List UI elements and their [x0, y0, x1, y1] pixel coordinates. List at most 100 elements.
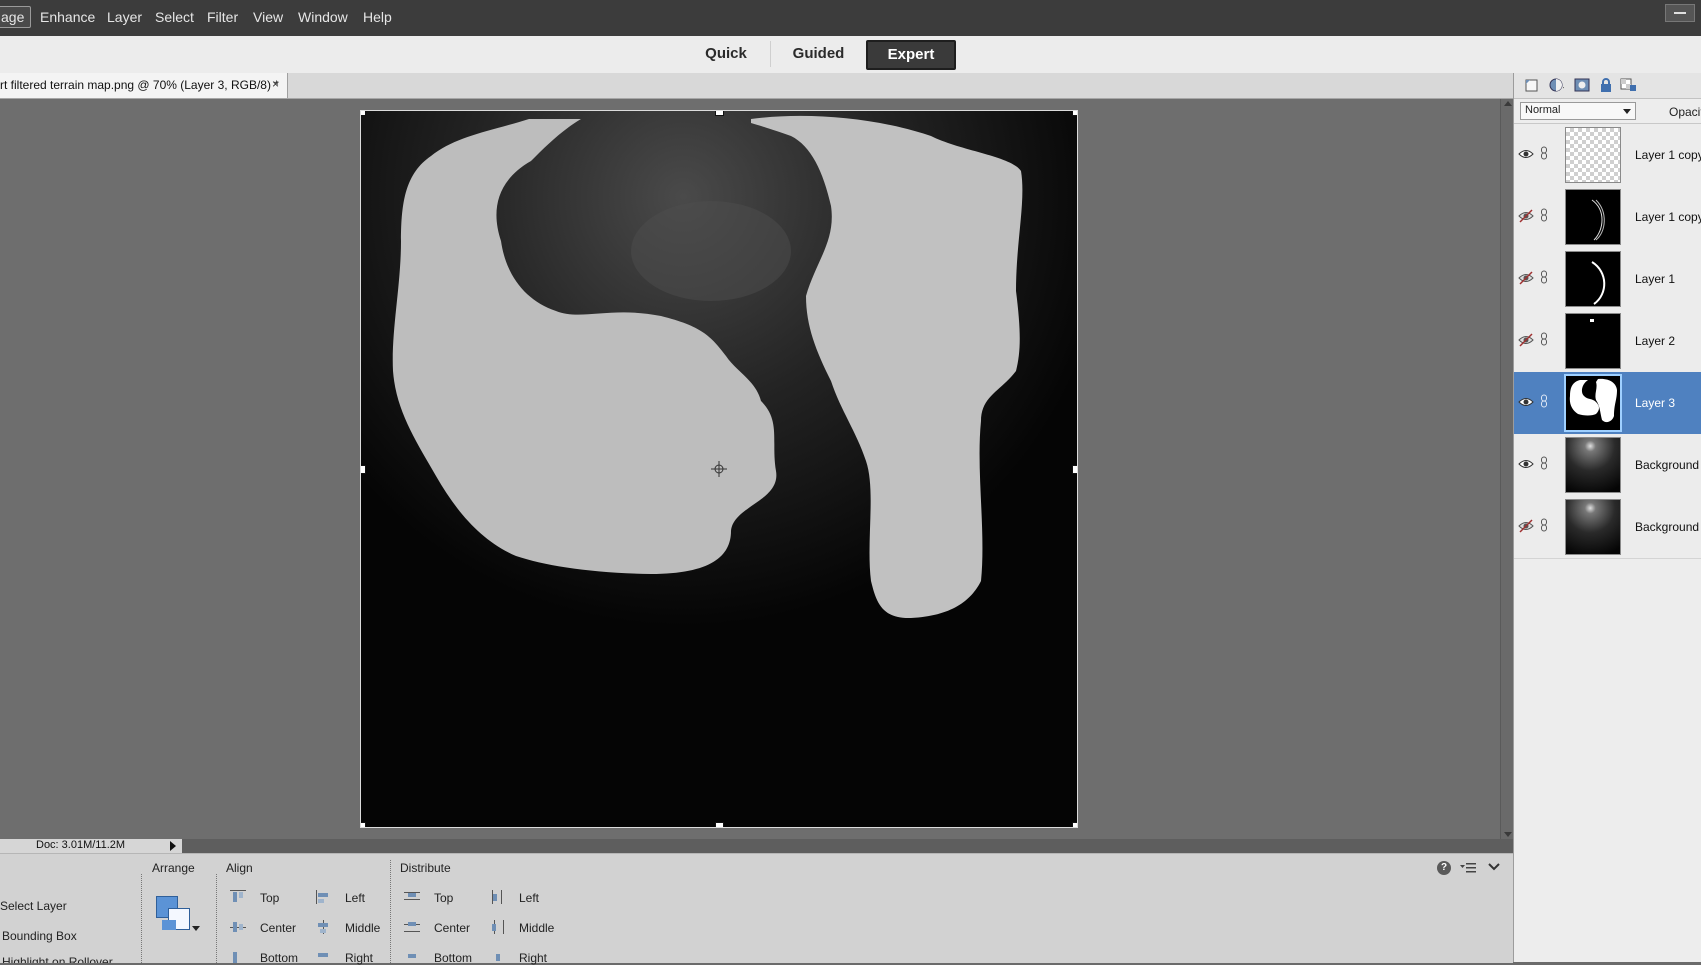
- panel-menu-icon[interactable]: [1460, 862, 1476, 874]
- eye-hidden-icon[interactable]: [1518, 333, 1534, 347]
- blend-mode-value: Normal: [1525, 104, 1561, 116]
- align-middle-icon[interactable]: [316, 920, 332, 934]
- transform-handle-top-left[interactable]: [361, 111, 366, 116]
- distribute-right-button[interactable]: Right: [519, 951, 547, 965]
- layer-name: Background: [1635, 520, 1700, 534]
- transform-handle-top-right[interactable]: [1072, 111, 1077, 116]
- layers-toolbar: [1514, 73, 1701, 99]
- mode-tab-expert[interactable]: Expert: [866, 40, 956, 70]
- eye-icon[interactable]: [1518, 395, 1534, 409]
- distribute-right-icon[interactable]: [490, 950, 506, 963]
- status-menu-arrow-icon[interactable]: [170, 841, 176, 851]
- layer-row[interactable]: Background: [1514, 434, 1701, 497]
- distribute-top-button[interactable]: Top: [434, 891, 453, 905]
- eye-hidden-icon[interactable]: [1518, 519, 1534, 533]
- adjustment-layer-icon[interactable]: [1548, 77, 1564, 93]
- bounding-box-option[interactable]: Bounding Box: [2, 929, 77, 943]
- align-top-button[interactable]: Top: [260, 891, 279, 905]
- help-icon[interactable]: ?: [1437, 861, 1451, 875]
- distribute-middle-button[interactable]: Middle: [519, 921, 554, 935]
- distribute-top-icon[interactable]: [404, 890, 420, 904]
- menu-layer[interactable]: Layer: [107, 9, 142, 25]
- menu-image[interactable]: age: [0, 6, 32, 28]
- align-right-button[interactable]: Right: [345, 951, 373, 965]
- menu-help[interactable]: Help: [363, 9, 392, 25]
- menu-view[interactable]: View: [253, 9, 283, 25]
- new-layer-icon[interactable]: [1524, 77, 1540, 93]
- layer-thumbnail: [1565, 189, 1621, 245]
- layer-row[interactable]: Layer 1: [1514, 248, 1701, 311]
- distribute-left-icon[interactable]: [490, 890, 506, 904]
- eye-hidden-icon[interactable]: [1518, 271, 1534, 285]
- layer-thumbnail: [1565, 251, 1621, 307]
- eye-icon[interactable]: [1518, 457, 1534, 471]
- eye-hidden-icon[interactable]: [1518, 209, 1534, 223]
- layer-name: Layer 1 copy: [1635, 148, 1701, 162]
- layer-name: Background: [1635, 458, 1700, 472]
- distribute-bottom-icon[interactable]: [404, 950, 420, 963]
- document-size-text: Doc: 3.01M/11.2M: [36, 839, 126, 851]
- transform-handle-top[interactable]: [715, 111, 724, 116]
- document-info[interactable]: Doc: 3.01M/11.2M: [0, 839, 182, 853]
- mode-bar: Quick Guided Expert: [0, 36, 1701, 74]
- document-tab[interactable]: rt filtered terrain map.png @ 70% (Layer…: [0, 73, 288, 98]
- align-center-icon[interactable]: [230, 920, 246, 934]
- distribute-middle-icon[interactable]: [490, 920, 506, 934]
- link-icon[interactable]: [1540, 518, 1548, 532]
- menu-enhance[interactable]: Enhance: [40, 9, 95, 25]
- align-right-icon[interactable]: [316, 950, 332, 963]
- mode-tab-guided[interactable]: Guided: [770, 41, 866, 67]
- distribute-title: Distribute: [400, 861, 451, 875]
- select-layer-option[interactable]: Select Layer: [0, 899, 67, 913]
- scroll-up-icon[interactable]: [1504, 101, 1512, 106]
- align-bottom-button[interactable]: Bottom: [260, 951, 298, 965]
- link-icon[interactable]: [1540, 394, 1548, 408]
- align-bottom-icon[interactable]: [230, 950, 246, 963]
- mode-tab-quick[interactable]: Quick: [690, 41, 762, 67]
- align-title: Align: [226, 861, 253, 875]
- layer-name: Layer 1: [1635, 272, 1676, 286]
- transform-handle-right[interactable]: [1072, 465, 1077, 474]
- menu-bar: age Enhance Layer Select Filter View Win…: [0, 0, 1701, 37]
- link-icon[interactable]: [1540, 270, 1548, 284]
- layer-row-selected[interactable]: Layer 3: [1514, 372, 1701, 435]
- menu-window[interactable]: Window: [298, 9, 348, 25]
- layer-mask-icon[interactable]: [1574, 77, 1590, 93]
- minimize-button[interactable]: [1665, 4, 1695, 22]
- blend-mode-select[interactable]: Normal: [1520, 102, 1636, 120]
- transform-handle-bottom-left[interactable]: [361, 822, 366, 827]
- tool-options-bar: Select Layer Bounding Box Highlight on R…: [0, 853, 1513, 965]
- distribute-center-icon[interactable]: [404, 920, 420, 934]
- menu-filter[interactable]: Filter: [207, 9, 238, 25]
- scroll-down-icon[interactable]: [1504, 832, 1512, 837]
- align-center-button[interactable]: Center: [260, 921, 296, 935]
- distribute-center-button[interactable]: Center: [434, 921, 470, 935]
- eye-icon[interactable]: [1518, 147, 1534, 161]
- vertical-scrollbar[interactable]: [1500, 99, 1514, 839]
- arrange-dropdown[interactable]: [156, 896, 200, 936]
- reference-point-icon[interactable]: [711, 461, 727, 477]
- distribute-left-button[interactable]: Left: [519, 891, 539, 905]
- align-middle-button[interactable]: Middle: [345, 921, 380, 935]
- align-left-button[interactable]: Left: [345, 891, 365, 905]
- align-left-icon[interactable]: [316, 890, 332, 904]
- link-icon[interactable]: [1540, 332, 1548, 346]
- link-icon[interactable]: [1540, 456, 1548, 470]
- menu-select[interactable]: Select: [155, 9, 194, 25]
- layer-row[interactable]: Background: [1514, 496, 1701, 559]
- layer-row[interactable]: Layer 2: [1514, 310, 1701, 373]
- link-icon[interactable]: [1540, 146, 1548, 160]
- transform-handle-bottom-right[interactable]: [1072, 822, 1077, 827]
- transform-handle-bottom[interactable]: [715, 822, 724, 827]
- align-top-icon[interactable]: [230, 890, 246, 904]
- layer-row[interactable]: Layer 1 copy: [1514, 124, 1701, 187]
- lock-transparent-icon[interactable]: [1620, 77, 1636, 93]
- close-icon[interactable]: ×: [272, 77, 279, 91]
- lock-icon[interactable]: [1598, 77, 1614, 93]
- collapse-chevron-icon[interactable]: [1488, 863, 1500, 871]
- link-icon[interactable]: [1540, 208, 1548, 222]
- transform-handle-left[interactable]: [361, 465, 366, 474]
- document-image[interactable]: [360, 110, 1078, 828]
- layer-row[interactable]: Layer 1 copy: [1514, 186, 1701, 249]
- distribute-bottom-button[interactable]: Bottom: [434, 951, 472, 965]
